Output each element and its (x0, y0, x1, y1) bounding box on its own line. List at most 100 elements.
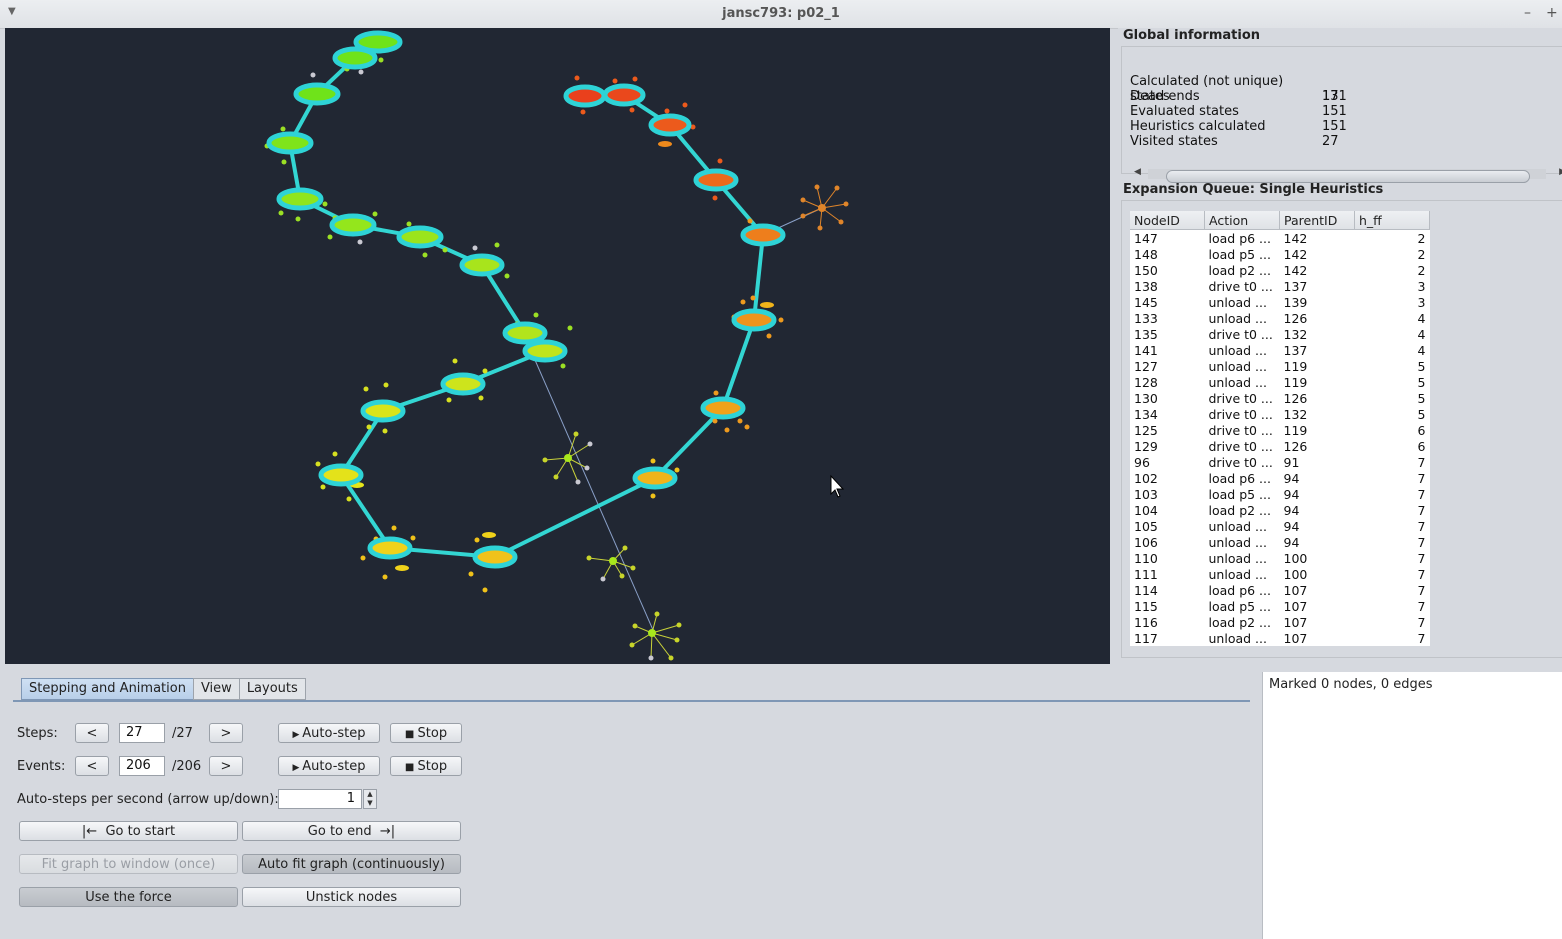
table-row[interactable]: 102 load p6 ... 94 7 (1130, 470, 1430, 486)
cell-nodeid: 103 (1134, 486, 1158, 502)
use-force-button[interactable]: Use the force (19, 887, 238, 907)
steps-stop-button[interactable]: ■ Stop (390, 723, 462, 743)
go-to-end-button[interactable]: Go to end →| (242, 821, 461, 841)
cell-nodeid: 102 (1134, 470, 1158, 486)
go-to-start-label: Go to start (105, 824, 176, 839)
cell-nodeid: 145 (1134, 294, 1158, 310)
table-row[interactable]: 148 load p5 ... 142 2 (1130, 246, 1430, 262)
mouse-cursor (830, 474, 845, 498)
steps-next-button[interactable]: > (209, 723, 243, 743)
maximize-icon[interactable]: + (1546, 5, 1558, 21)
cell-nodeid: 96 (1134, 454, 1150, 470)
cell-hff: 7 (1417, 534, 1426, 550)
cell-action: unload ... (1208, 518, 1267, 534)
col-parentid[interactable]: ParentID (1279, 211, 1355, 230)
table-row[interactable]: 111 unload ... 100 7 (1130, 566, 1430, 582)
table-row[interactable]: 116 load p2 ... 107 7 (1130, 614, 1430, 630)
table-row[interactable]: 147 load p6 ... 142 2 (1130, 230, 1430, 247)
go-to-start-button[interactable]: |← Go to start (19, 821, 238, 841)
col-nodeid[interactable]: NodeID (1130, 211, 1205, 230)
scroll-left-icon[interactable]: ◀ (1134, 167, 1141, 177)
events-stop-button[interactable]: ■ Stop (390, 756, 462, 776)
table-row[interactable]: 133 unload ... 126 4 (1130, 310, 1430, 326)
cell-action: unload ... (1208, 630, 1267, 646)
search-graph[interactable] (5, 28, 1110, 664)
col-action[interactable]: Action (1204, 211, 1280, 230)
stat-evaluated-states: Evaluated states 151 (1130, 104, 1347, 119)
table-row[interactable]: 104 load p2 ... 94 7 (1130, 502, 1430, 518)
cell-parentid: 91 (1283, 454, 1300, 470)
play-icon: ▶ (292, 730, 303, 740)
auto-fit-button[interactable]: Auto fit graph (continuously) (242, 854, 461, 874)
events-autostep-button[interactable]: ▶ Auto-step (278, 756, 380, 776)
table-row[interactable]: 129 drive t0 ... 126 6 (1130, 438, 1430, 454)
table-row[interactable]: 127 unload ... 119 5 (1130, 358, 1430, 374)
col-hff[interactable]: h_ff (1354, 211, 1430, 230)
cell-nodeid: 129 (1134, 438, 1158, 454)
cell-nodeid: 104 (1134, 502, 1158, 518)
unstick-nodes-button[interactable]: Unstick nodes (242, 887, 461, 907)
table-row[interactable]: 150 load p2 ... 142 2 (1130, 262, 1430, 278)
stop-icon: ■ (404, 762, 418, 773)
cell-hff: 5 (1417, 358, 1426, 374)
cell-action: drive t0 ... (1208, 278, 1273, 294)
tab-stepping[interactable]: Stepping and Animation (21, 678, 194, 700)
cell-nodeid: 141 (1134, 342, 1158, 358)
steps-label: Steps: (17, 726, 58, 741)
cell-nodeid: 111 (1134, 566, 1158, 582)
cell-parentid: 137 (1283, 278, 1308, 294)
cell-parentid: 100 (1283, 550, 1308, 566)
cell-action: load p5 ... (1208, 486, 1271, 502)
table-row[interactable]: 110 unload ... 100 7 (1130, 550, 1430, 566)
table-row[interactable]: 103 load p5 ... 94 7 (1130, 486, 1430, 502)
steps-prev-button[interactable]: < (75, 723, 109, 743)
table-row[interactable]: 105 unload ... 94 7 (1130, 518, 1430, 534)
table-row[interactable]: 135 drive t0 ... 132 4 (1130, 326, 1430, 342)
cell-nodeid: 127 (1134, 358, 1158, 374)
rate-input[interactable]: 1 (278, 789, 362, 809)
events-stop-label: Stop (417, 759, 448, 774)
rate-label: Auto-steps per second (arrow up/down): (17, 792, 279, 807)
steps-autostep-button[interactable]: ▶ Auto-step (278, 723, 380, 743)
table-row[interactable]: 145 unload ... 139 3 (1130, 294, 1430, 310)
cell-nodeid: 116 (1134, 614, 1158, 630)
events-prev-button[interactable]: < (75, 756, 109, 776)
table-row[interactable]: 114 load p6 ... 107 7 (1130, 582, 1430, 598)
expansion-queue-table[interactable]: NodeID Action ParentID h_ff 147 load p6 .… (1130, 211, 1430, 646)
control-panel: Stepping and Animation View Layouts Steps:… (5, 668, 1255, 939)
table-row[interactable]: 141 unload ... 137 4 (1130, 342, 1430, 358)
rate-spinner[interactable]: ▲ ▼ (363, 789, 377, 809)
cell-hff: 5 (1417, 406, 1426, 422)
cell-hff: 7 (1417, 518, 1426, 534)
queue-title: Expansion Queue: Single Heuristics (1123, 182, 1384, 197)
fit-once-button[interactable]: Fit graph to window (once) (19, 854, 238, 874)
cell-hff: 7 (1417, 614, 1426, 630)
table-row[interactable]: 130 drive t0 ... 126 5 (1130, 390, 1430, 406)
table-row[interactable]: 125 drive t0 ... 119 6 (1130, 422, 1430, 438)
events-input[interactable]: 206 (119, 756, 165, 776)
table-row[interactable]: 96 drive t0 ... 91 7 (1130, 454, 1430, 470)
tab-view[interactable]: View (192, 678, 240, 700)
cell-hff: 7 (1417, 630, 1426, 646)
table-row[interactable]: 117 unload ... 107 7 (1130, 630, 1430, 646)
steps-input[interactable]: 27 (119, 723, 165, 743)
table-row[interactable]: 134 drive t0 ... 132 5 (1130, 406, 1430, 422)
tab-layouts[interactable]: Layouts (238, 678, 306, 700)
global-info-scrollbar[interactable]: ◀ ▶ (1132, 167, 1562, 183)
cell-action: load p2 ... (1208, 502, 1271, 518)
cell-hff: 4 (1417, 326, 1426, 342)
events-next-button[interactable]: > (209, 756, 243, 776)
search-graph-canvas[interactable] (5, 28, 1110, 664)
table-row[interactable]: 128 unload ... 119 5 (1130, 374, 1430, 390)
table-row[interactable]: 138 drive t0 ... 137 3 (1130, 278, 1430, 294)
cell-hff: 7 (1417, 454, 1426, 470)
table-row[interactable]: 106 unload ... 94 7 (1130, 534, 1430, 550)
table-row[interactable]: 115 load p5 ... 107 7 (1130, 598, 1430, 614)
cell-hff: 7 (1417, 566, 1426, 582)
global-info-title: Global information (1123, 28, 1261, 43)
minimize-icon[interactable]: – (1524, 5, 1531, 21)
spin-up-icon[interactable]: ▲ (364, 790, 376, 799)
spin-down-icon[interactable]: ▼ (364, 799, 376, 808)
cell-parentid: 107 (1283, 614, 1308, 630)
cell-nodeid: 147 (1134, 230, 1158, 246)
